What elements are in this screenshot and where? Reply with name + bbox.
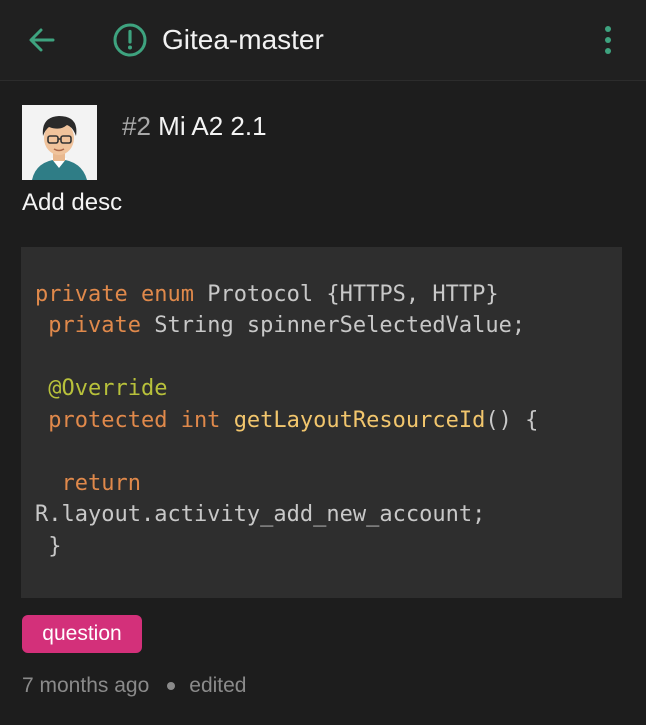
issue-description: Add desc [22,189,123,216]
code-token: Protocol {HTTPS, HTTP} [193,282,499,307]
code-token: } [35,534,62,559]
code-line: @Override [35,374,167,404]
more-vertical-icon [605,26,611,54]
code-line: R.layout.activity_add_new_account; [35,500,485,530]
app-toolbar: Gitea-master [0,0,646,81]
issue-title: Mi A2 2.1 [158,111,267,141]
overflow-menu-button[interactable] [588,18,628,62]
back-button[interactable] [22,20,62,60]
code-line: protected int getLayoutResourceId() { [35,406,538,436]
issue-timestamp: 7 months ago [22,674,150,697]
code-token: protected int [35,408,221,433]
code-line: private String spinnerSelectedValue; [35,311,525,341]
code-line: private enum Protocol {HTTPS, HTTP} [35,280,499,310]
code-token: private [35,313,141,338]
user-avatar [22,105,97,180]
separator-dot [167,682,176,691]
code-token: getLayoutResourceId [233,408,486,433]
alert-circle-icon [113,23,147,57]
code-token: () { [485,408,539,433]
code-token: @Override [35,376,168,401]
code-token: String spinnerSelectedValue; [140,313,526,338]
author-avatar[interactable] [22,105,97,180]
code-token: return [35,471,141,496]
code-token: R.layout.activity_add_new_account; [35,502,486,527]
edited-indicator: edited [189,674,247,697]
code-line: return [35,469,141,499]
code-token: private enum [35,282,194,307]
issue-number: #2 [122,111,151,141]
issue-meta: 7 months ago edited [22,671,246,701]
code-block: private enum Protocol {HTTPS, HTTP} priv… [21,247,622,598]
issue-heading: #2 Mi A2 2.1 [122,110,267,142]
code-line: } [35,532,62,562]
arrow-left-icon [29,28,55,52]
issue-label[interactable]: question [22,615,142,653]
repository-title: Gitea-master [162,24,324,55]
